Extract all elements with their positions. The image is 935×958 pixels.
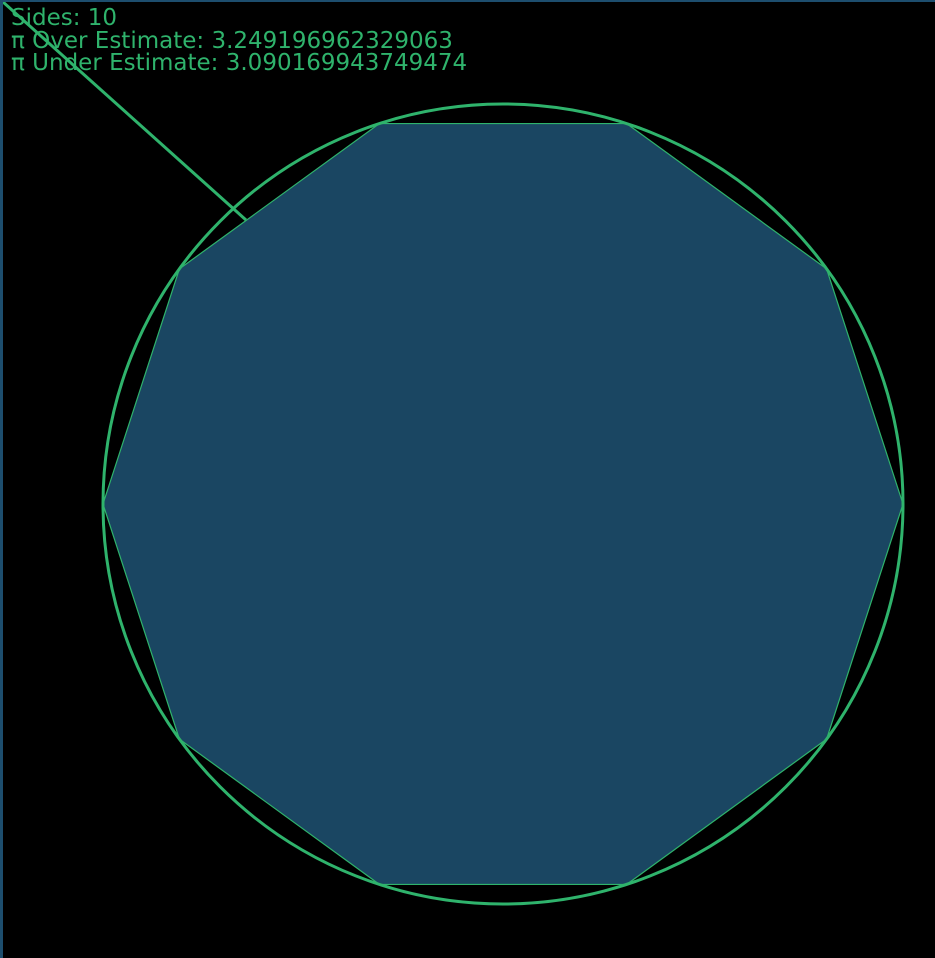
pi-approximation-scene	[3, 2, 905, 906]
sides-count-label: Sides: 10	[11, 5, 118, 31]
pi-estimate-readout: Sides: 10 π Over Estimate: 3.24919696232…	[11, 7, 467, 75]
pi-over-estimate-label: π Over Estimate: 3.249196962329063	[11, 27, 453, 54]
drawing-canvas[interactable]: Sides: 10 π Over Estimate: 3.24919696232…	[0, 0, 935, 958]
pi-under-estimate-label: π Under Estimate: 3.090169943749474	[11, 50, 468, 76]
inscribed-polygon	[102, 122, 904, 886]
